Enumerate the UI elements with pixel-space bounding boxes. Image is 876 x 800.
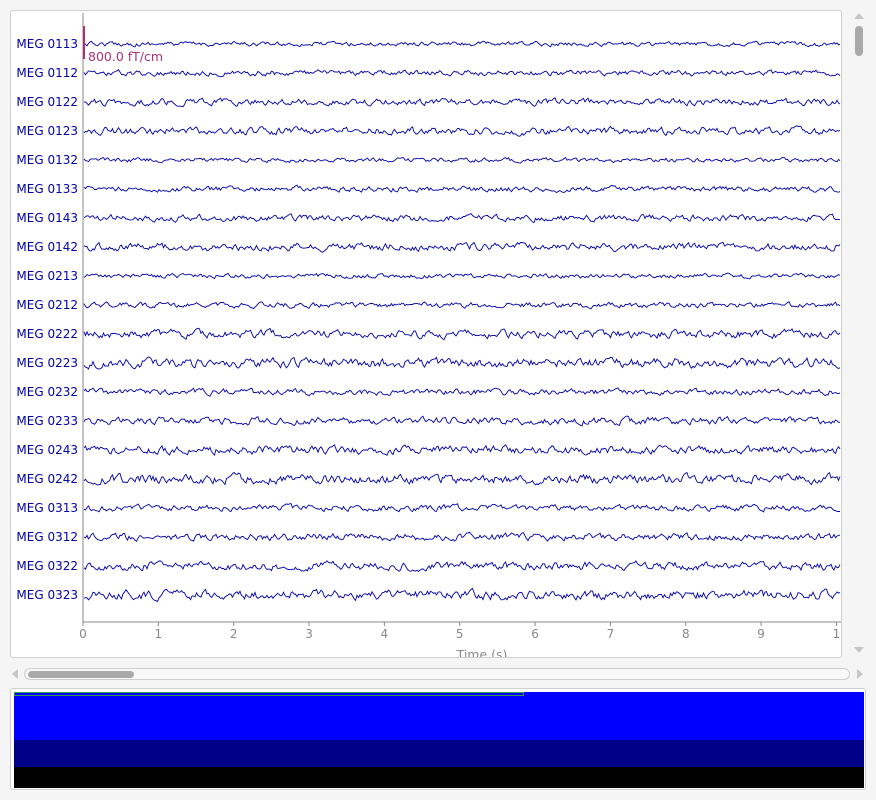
channel-label[interactable]: MEG 0112 [16,66,78,80]
overview-band-bottom [14,767,864,788]
channel-trace[interactable] [83,69,841,78]
channel-label[interactable]: MEG 0122 [16,95,78,109]
x-tick-label: 0 [79,627,87,641]
channel-trace[interactable] [83,213,841,224]
traces-canvas[interactable]: MEG 0113 MEG 0112 MEG 0122 MEG 0123 MEG 0132… [11,11,842,658]
horizontal-scrollbar[interactable] [24,668,850,680]
channel-trace[interactable] [83,40,841,48]
channel-label[interactable]: MEG 0322 [16,559,78,573]
x-axis-label: Time (s) [456,647,508,658]
channel-label[interactable]: MEG 0312 [16,530,78,544]
overview-band-middle [14,740,864,767]
channel-trace[interactable] [83,272,841,280]
channel-label[interactable]: MEG 0132 [16,153,78,167]
channel-label[interactable]: MEG 0313 [16,501,78,515]
channel-trace[interactable] [83,184,841,194]
x-tick-label: 7 [607,627,615,641]
x-tick-label: 4 [381,627,389,641]
x-tick-label: 1 [833,627,841,641]
channel-trace[interactable] [83,560,841,573]
horizontal-scrollbar-thumb[interactable] [28,671,134,678]
channel-trace[interactable] [83,444,841,456]
scroll-up-arrow-icon[interactable] [854,13,864,19]
channel-trace[interactable] [83,587,841,603]
channel-label[interactable]: MEG 0223 [16,356,78,370]
scroll-right-arrow-icon[interactable] [857,669,863,679]
x-tick-label: 5 [456,627,464,641]
channel-label[interactable]: MEG 0232 [16,385,78,399]
channel-label[interactable]: MEG 0123 [16,124,78,138]
channel-label[interactable]: MEG 0323 [16,588,78,602]
x-tick-label: 8 [682,627,690,641]
channel-label[interactable]: MEG 0142 [16,240,78,254]
channel-trace[interactable] [83,156,841,164]
scale-bar-label: 800.0 fT/cm [88,49,163,64]
channel-trace[interactable] [83,531,841,542]
x-tick-label: 9 [757,627,765,641]
channel-label[interactable]: MEG 0143 [16,211,78,225]
channel-trace[interactable] [83,415,841,427]
channel-label[interactable]: MEG 0233 [16,414,78,428]
channel-trace[interactable] [83,241,841,253]
channel-trace[interactable] [83,97,841,108]
x-tick-label: 6 [531,627,539,641]
channel-label[interactable]: MEG 0243 [16,443,78,457]
vertical-scrollbar-thumb[interactable] [855,26,863,56]
x-tick-label: 3 [305,627,313,641]
channel-trace[interactable] [83,356,841,370]
channel-label[interactable]: MEG 0212 [16,298,78,312]
x-tick-label: 2 [230,627,238,641]
channel-label[interactable]: MEG 0133 [16,182,78,196]
overview-bar[interactable] [10,688,866,790]
vertical-scrollbar[interactable] [852,22,864,644]
channel-label[interactable]: MEG 0242 [16,472,78,486]
channel-label[interactable]: MEG 0113 [16,37,78,51]
channel-trace[interactable] [83,502,840,513]
channel-trace[interactable] [83,471,841,486]
channel-label[interactable]: MEG 0213 [16,269,78,283]
x-tick-label: 1 [155,627,163,641]
overview-view-window[interactable] [14,692,524,696]
channel-label[interactable]: MEG 0222 [16,327,78,341]
channel-trace[interactable] [83,387,841,397]
raw-traces-plot[interactable]: MEG 0113 MEG 0112 MEG 0122 MEG 0123 MEG 0132… [10,10,842,658]
scroll-left-arrow-icon[interactable] [12,669,18,679]
scroll-down-arrow-icon[interactable] [854,647,864,653]
overview-band-top [14,692,864,740]
channel-trace[interactable] [83,327,841,341]
channel-trace[interactable] [83,125,841,137]
channel-trace[interactable] [83,300,841,310]
